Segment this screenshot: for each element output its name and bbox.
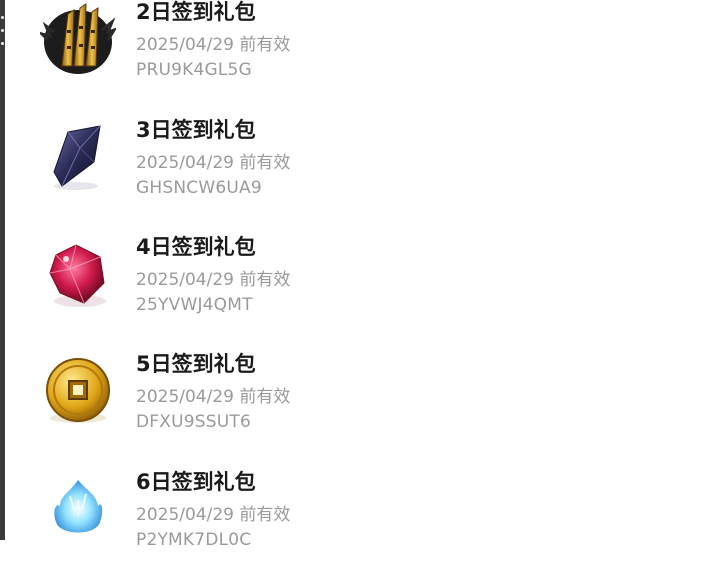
gift-title: 3日签到礼包 [136, 118, 256, 142]
gift-expiry: 2025/04/29 前有效 [136, 505, 291, 525]
gift-item-day3[interactable]: 3日签到礼包 2025/04/29 前有效 GHSNCW6UA9 [0, 114, 720, 231]
red-gem-icon [40, 235, 116, 311]
gift-expiry: 2025/04/29 前有效 [136, 387, 291, 407]
gift-title: 2日签到礼包 [136, 0, 256, 24]
gift-code[interactable]: PRU9K4GL5G [136, 60, 252, 80]
gift-code[interactable]: GHSNCW6UA9 [136, 178, 262, 198]
golden-claw-icon [40, 0, 116, 76]
gift-item-day4[interactable]: 4日签到礼包 2025/04/29 前有效 25YVWJ4QMT [0, 231, 720, 348]
blue-flame-icon [40, 470, 116, 546]
gift-code[interactable]: P2YMK7DL0C [136, 530, 251, 550]
gift-expiry: 2025/04/29 前有效 [136, 270, 291, 290]
gift-expiry: 2025/04/29 前有效 [136, 35, 291, 55]
gift-code[interactable]: 25YVWJ4QMT [136, 295, 253, 315]
dark-crystal-icon [40, 118, 116, 194]
gift-item-day6[interactable]: 6日签到礼包 2025/04/29 前有效 P2YMK7DL0C [0, 466, 720, 583]
gift-code[interactable]: DFXU9SSUT6 [136, 412, 251, 432]
gift-title: 5日签到礼包 [136, 352, 256, 376]
gift-item-day2[interactable]: 2日签到礼包 2025/04/29 前有效 PRU9K4GL5G [0, 0, 720, 113]
gift-item-day5[interactable]: 5日签到礼包 2025/04/29 前有效 DFXU9SSUT6 [0, 348, 720, 465]
gift-title: 4日签到礼包 [136, 235, 256, 259]
gold-coin-icon [40, 352, 116, 428]
gift-expiry: 2025/04/29 前有效 [136, 153, 291, 173]
gift-title: 6日签到礼包 [136, 470, 256, 494]
